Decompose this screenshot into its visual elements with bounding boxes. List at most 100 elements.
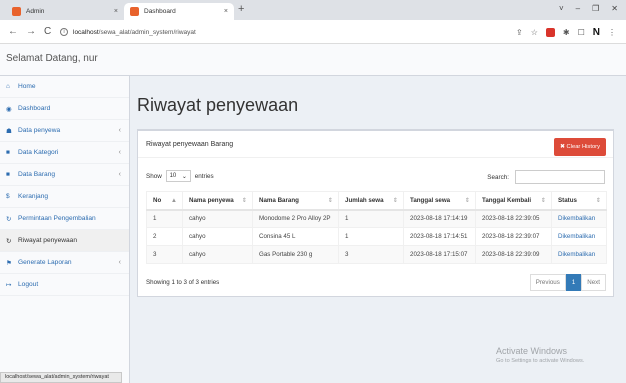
sidebar-item-keranjang[interactable]: $ Keranjang (0, 186, 129, 208)
sort-asc-icon: ▲ (170, 196, 177, 204)
column-header-jumlah-sewa[interactable]: Jumlah sewa ⇕ (338, 191, 404, 211)
column-header-tanggal-sewa[interactable]: Tanggal sewa ⇕ (403, 191, 476, 211)
cell-no: 2 (146, 227, 183, 246)
sidebar-item-data-barang[interactable]: ■ Data Barang ‹ (0, 164, 129, 186)
sidepanel-icon[interactable]: ☐ (578, 28, 585, 37)
back-icon[interactable]: ← (8, 26, 18, 37)
share-icon[interactable]: ⇪ (516, 28, 523, 37)
column-header-status[interactable]: Status ⇕ (551, 191, 607, 211)
site-info-icon[interactable]: i (60, 28, 68, 36)
history-icon: ↻ (6, 237, 12, 245)
sort-icon: ⇕ (241, 196, 247, 204)
welcome-text: Selamat Datang, nur (6, 53, 98, 64)
sidebar-item-riwayat-penyewaan[interactable]: ↻ Riwayat penyewaan (0, 230, 129, 252)
tab-admin[interactable]: Admin × (6, 3, 124, 20)
column-header-no[interactable]: No ▲ (146, 191, 183, 211)
entries-select[interactable]: 10 ⌄ (165, 170, 191, 182)
bookmark-star-icon[interactable]: ☆ (531, 28, 538, 37)
tab-title: Admin (26, 8, 45, 15)
cell-tanggal-kembali: 2023-08-18 22:39:05 (475, 209, 552, 228)
sidebar-item-permintaan-pengembalian[interactable]: ↻ Permintaan Pengembalian (0, 208, 129, 230)
link-status-bar: localhost/sewa_alat/admin_system/riwayat (0, 372, 122, 383)
tab-title: Dashboard (144, 8, 176, 15)
cell-nama-barang: Gas Portable 230 g (252, 245, 339, 264)
maximize-icon[interactable]: ❐ (592, 4, 599, 13)
cell-status: Dikembalikan (551, 227, 607, 246)
new-tab-button[interactable]: + (238, 3, 244, 15)
sidebar-item-label: Data Kategori (18, 149, 59, 156)
menu-kebab-icon[interactable]: ⋮ (608, 28, 616, 37)
sidebar-item-dashboard[interactable]: ◉ Dashboard (0, 98, 129, 120)
home-icon: ⌂ (6, 83, 10, 90)
column-header-nama-barang[interactable]: Nama Barang ⇕ (252, 191, 339, 211)
address-bar: ← → C i localhost/sewa_alat/admin_system… (0, 20, 626, 44)
search-control: Search: (487, 170, 605, 184)
box-title: Riwayat penyewaan Barang (138, 131, 613, 158)
sidebar-item-data-kategori[interactable]: ■ Data Kategori ‹ (0, 142, 129, 164)
box-icon: ■ (6, 171, 10, 178)
search-input[interactable] (515, 170, 605, 184)
cell-nama-penyewa: cahyo (182, 245, 253, 264)
minimize-icon[interactable]: – (576, 4, 580, 13)
sidebar-item-label: Home (18, 83, 36, 90)
clear-history-button[interactable]: ✖ Clear History (554, 138, 606, 156)
sidebar-item-home[interactable]: ⌂ Home (0, 76, 129, 98)
sidebar-item-label: Keranjang (18, 193, 49, 200)
page-1-button[interactable]: 1 (565, 274, 582, 291)
table-row: 1 cahyo Monodome 2 Pro Alloy 2P 1 2023-0… (146, 209, 607, 228)
dashboard-icon: ◉ (6, 105, 12, 113)
cell-status: Dikembalikan (551, 245, 607, 264)
cell-tanggal-sewa: 2023-08-18 17:14:51 (403, 227, 476, 246)
chevron-down-icon: ⌄ (181, 173, 187, 180)
cell-tanggal-kembali: 2023-08-18 22:39:09 (475, 245, 552, 264)
sidebar-item-label: Data Barang (18, 171, 56, 178)
tab-dashboard[interactable]: Dashboard × (124, 3, 234, 20)
next-page-button[interactable]: Next (581, 274, 606, 291)
sidebar-item-label: Riwayat penyewaan (18, 237, 78, 244)
favicon-icon (130, 7, 139, 16)
chevron-left-icon: ‹ (118, 127, 121, 134)
profile-icon[interactable]: N (593, 27, 600, 38)
close-window-icon[interactable]: ✕ (611, 4, 618, 13)
watermark-line1: Activate Windows (496, 346, 568, 356)
column-header-tanggal-kembali[interactable]: Tanggal Kembali ⇕ (475, 191, 552, 211)
table-header-row: No ▲ Nama penyewa ⇕ Nama Barang ⇕ Jumlah se… (146, 191, 607, 211)
search-label: Search: (487, 173, 509, 181)
sidebar-item-label: Permintaan Pengembalian (18, 215, 96, 222)
previous-page-button[interactable]: Previous (529, 274, 566, 291)
sidebar-item-generate-laporan[interactable]: ⚑ Generate Laporan ‹ (0, 252, 129, 274)
sidebar-item-label: Logout (18, 281, 39, 288)
extensions-puzzle-icon[interactable]: ✱ (563, 28, 570, 37)
cell-nama-barang: Consina 45 L (252, 227, 339, 246)
entries-control: Show 10 ⌄ entries (146, 170, 214, 182)
cell-no: 1 (146, 209, 183, 228)
cell-jumlah-sewa: 3 (338, 245, 404, 264)
url-host: localhost (73, 28, 99, 36)
close-tab-icon[interactable]: × (224, 8, 228, 15)
reload-icon[interactable]: C (44, 26, 51, 37)
activate-windows-watermark: Activate Windows Go to Settings to activ… (496, 346, 584, 364)
sidebar-item-data-penyewa[interactable]: ☗ Data penyewa ‹ (0, 120, 129, 142)
sidebar-item-logout[interactable]: ↦ Logout (0, 274, 129, 296)
sidebar-item-label: Generate Laporan (18, 259, 72, 266)
cell-no: 3 (146, 245, 183, 264)
users-icon: ☗ (6, 127, 12, 135)
extension-icon[interactable] (545, 28, 555, 37)
column-header-nama-penyewa[interactable]: Nama penyewa ⇕ (182, 191, 253, 211)
history-table: No ▲ Nama penyewa ⇕ Nama Barang ⇕ Jumlah se… (146, 191, 607, 264)
history-icon: ↻ (6, 215, 12, 223)
show-label: Show (146, 172, 162, 180)
window-controls: ˅ – ❐ ✕ (559, 4, 618, 13)
url-field[interactable]: i localhost/sewa_alat/admin_system/riway… (60, 24, 510, 40)
table-info: Showing 1 to 3 of 3 entries (146, 279, 220, 286)
close-tab-icon[interactable]: × (114, 8, 118, 15)
tab-search-icon[interactable]: ˅ (559, 4, 564, 13)
dollar-icon: $ (6, 193, 10, 200)
sort-icon: ⇕ (540, 196, 546, 204)
cell-tanggal-kembali: 2023-08-18 22:39:07 (475, 227, 552, 246)
app-header: Selamat Datang, nur (0, 44, 626, 76)
page-title: Riwayat penyewaan (137, 95, 299, 115)
pagination: Previous 1 Next (529, 274, 606, 291)
forward-icon[interactable]: → (26, 26, 36, 37)
chevron-left-icon: ‹ (118, 171, 121, 178)
